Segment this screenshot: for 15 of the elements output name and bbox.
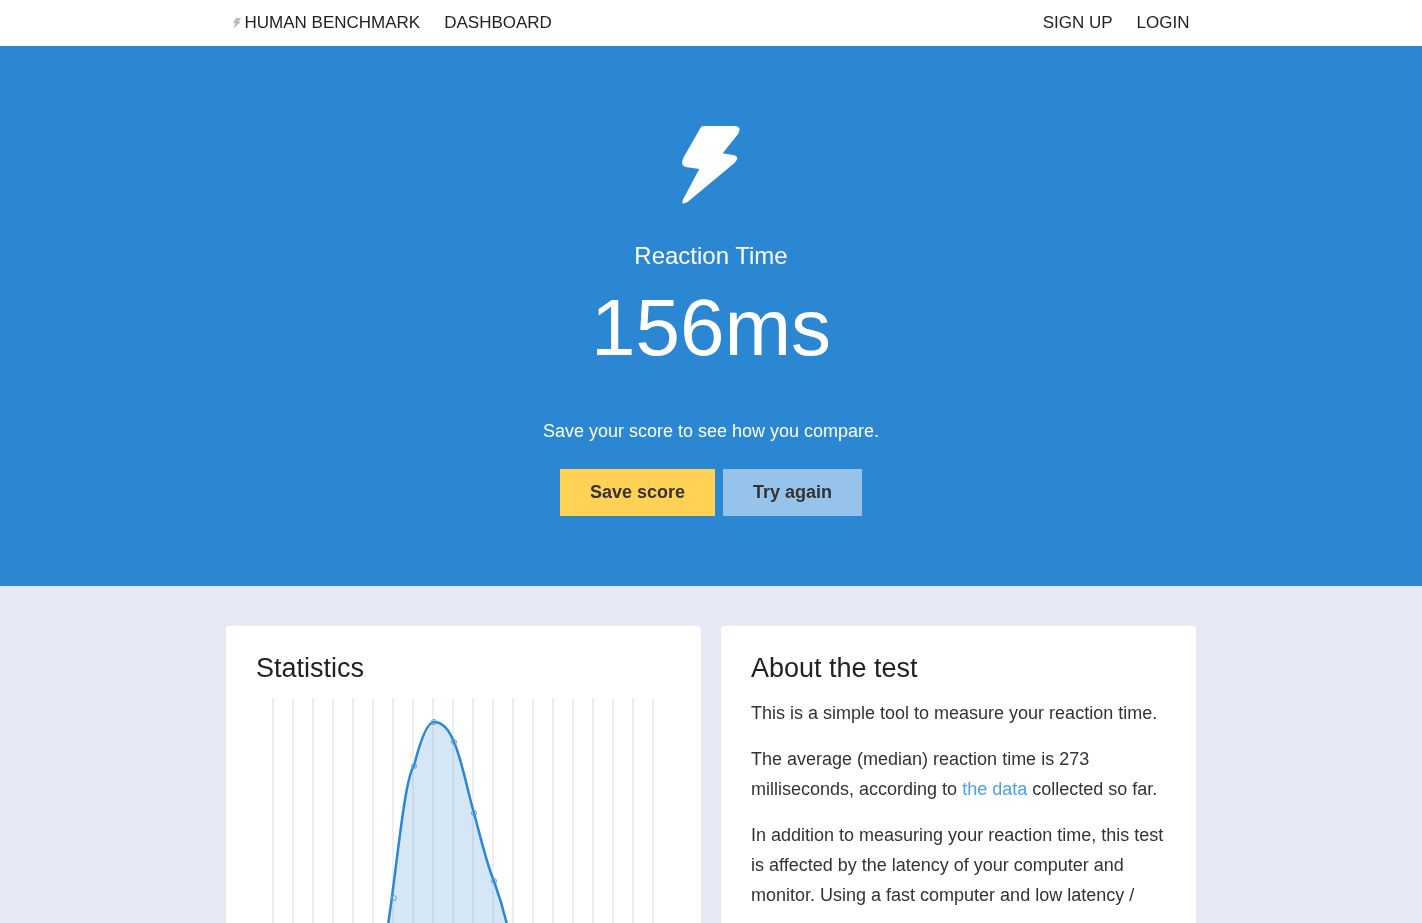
retry-button[interactable]: Try again	[723, 469, 863, 516]
card-title: About the test	[751, 652, 919, 685]
nav-link[interactable]: SIGN UP	[1042, 10, 1113, 36]
paragraph: In addition to measuring your reaction time, this test is affected by the latency of your computer and monitor. Using a fast computer and low latency /	[751, 824, 1165, 908]
paragraph: The average (median) reaction time is 273 milliseconds, according to the data collected so far.	[751, 748, 1159, 802]
paragraph: This is a simple tool to measure your reaction time.	[751, 702, 1159, 726]
lightning-icon	[232, 17, 241, 29]
score-value: 156ms	[589, 288, 833, 368]
nav-link[interactable]: LOGIN	[1136, 10, 1190, 36]
save-button[interactable]: Save score	[559, 469, 715, 516]
brand-link[interactable]: HUMAN BENCHMARK	[232, 10, 421, 36]
nav-link[interactable]: DASHBOARD	[444, 10, 552, 36]
card-title: Statistics	[256, 652, 366, 685]
test-title: Reaction Time	[633, 241, 789, 271]
save-prompt: Save your score to see how you compare.	[541, 420, 881, 443]
